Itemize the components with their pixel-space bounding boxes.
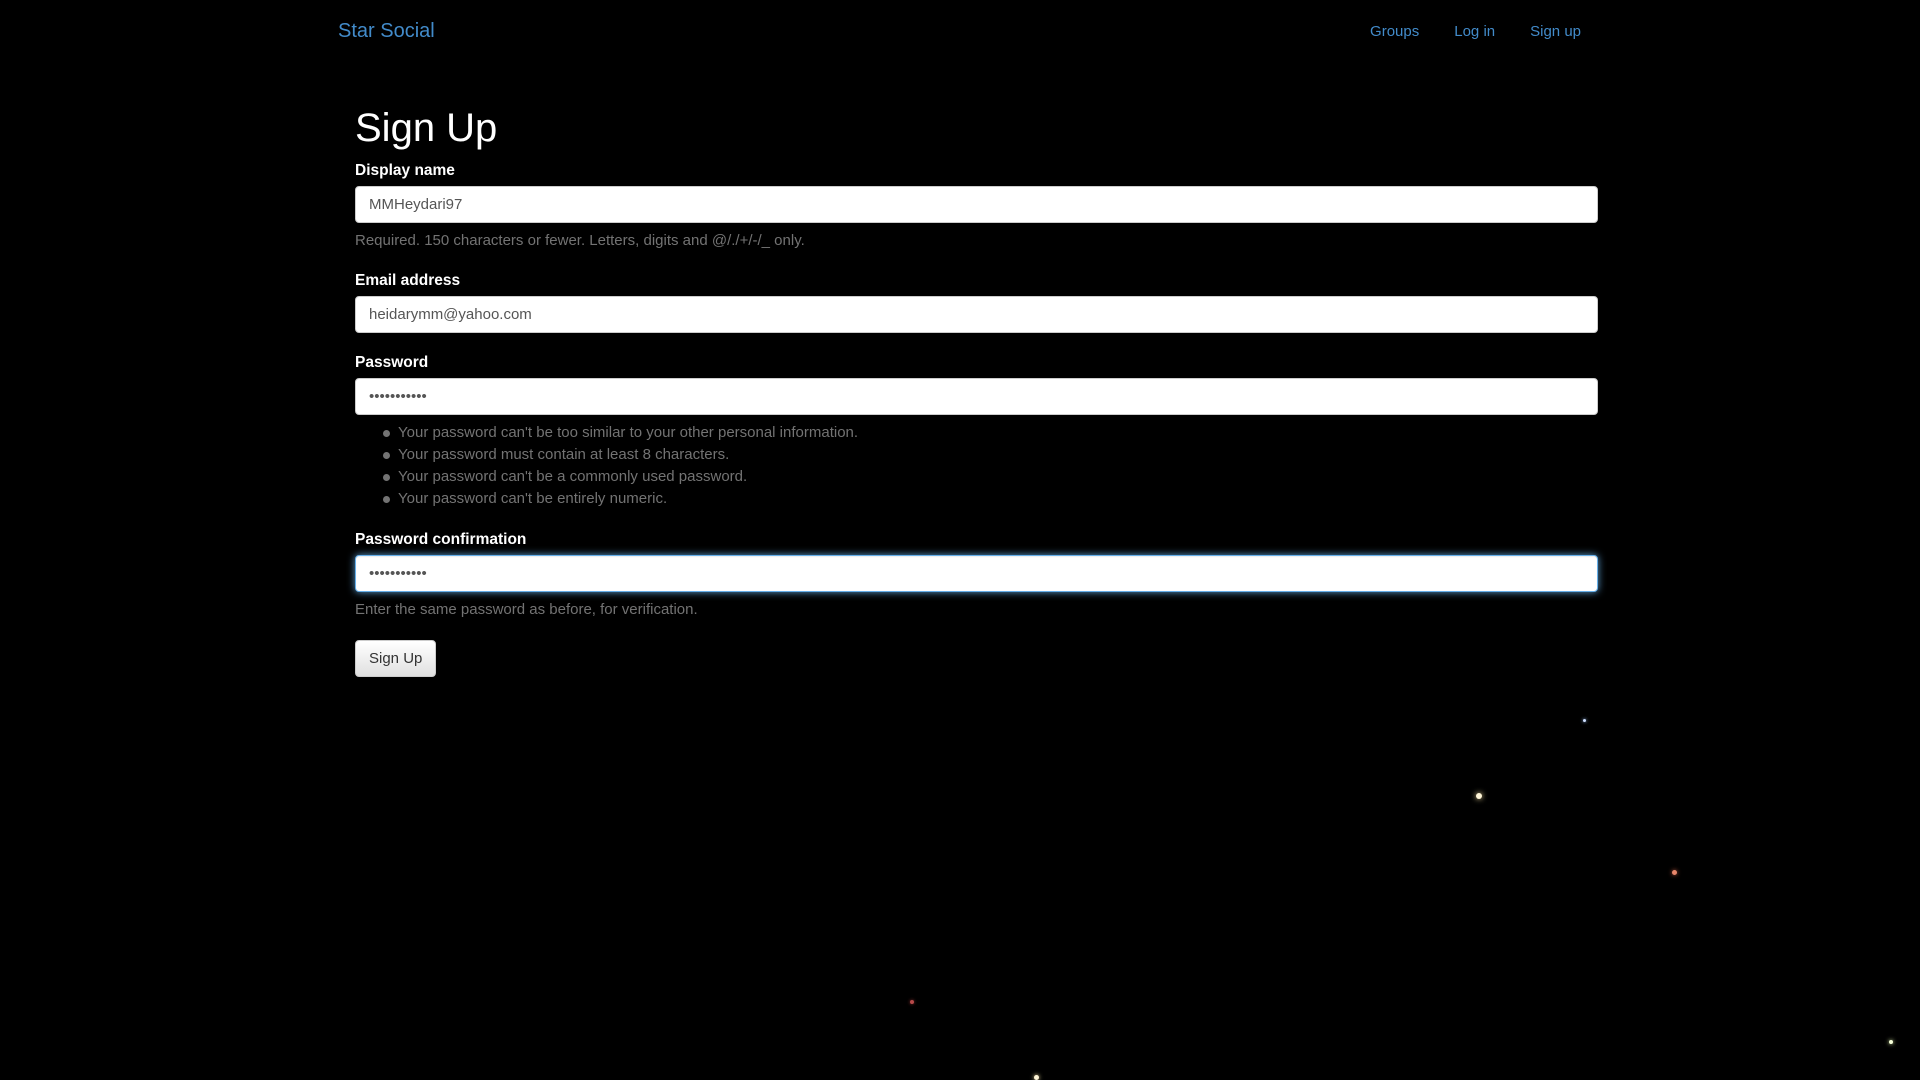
display-name-help: Required. 150 characters or fewer. Lette…: [355, 232, 805, 249]
email-group: Email address: [355, 271, 1598, 333]
display-name-input[interactable]: [355, 186, 1598, 223]
signup-form: Sign Up Display name Required. 150 chara…: [355, 102, 1598, 677]
password-rule-text: Your password must contain at least 8 ch…: [398, 446, 730, 463]
password-confirmation-input[interactable]: [355, 555, 1598, 592]
password-rule-text: Your password can't be a commonly used p…: [398, 468, 748, 485]
display-name-label: Display name: [355, 162, 455, 179]
password-input[interactable]: [355, 378, 1598, 415]
nav-links: Groups Log in Sign up: [1370, 22, 1581, 42]
star-decoration: [1889, 1040, 1893, 1044]
brand-link[interactable]: Star Social: [338, 19, 435, 43]
password-label: Password: [355, 354, 429, 371]
email-input[interactable]: [355, 296, 1598, 333]
password-rule-text: Your password can't be entirely numeric.: [398, 490, 668, 507]
nav-link-signup[interactable]: Sign up: [1530, 22, 1581, 42]
password-rule-text: Your password can't be too similar to yo…: [398, 424, 859, 441]
page-title: Sign Up: [355, 106, 498, 150]
display-name-group: Display name Required. 150 characters or…: [355, 161, 1598, 251]
sign-up-button[interactable]: Sign Up: [355, 640, 437, 677]
bullet-icon: [383, 452, 390, 459]
star-decoration: [910, 1000, 914, 1004]
password-confirmation-group: Password confirmation Enter the same pas…: [355, 530, 1598, 620]
star-decoration: [1476, 793, 1482, 799]
password-confirmation-label: Password confirmation: [355, 531, 527, 548]
password-confirmation-help: Enter the same password as before, for v…: [355, 601, 698, 618]
nav-link-login[interactable]: Log in: [1454, 22, 1495, 42]
password-rule: Your password can't be entirely numeric.: [383, 488, 1598, 510]
star-decoration: [1583, 719, 1586, 722]
nav-link-groups[interactable]: Groups: [1370, 22, 1419, 42]
bullet-icon: [383, 474, 390, 481]
star-decoration: [1034, 1075, 1039, 1080]
bullet-icon: [383, 430, 390, 437]
password-group: Password Your password can't be too simi…: [355, 353, 1598, 510]
password-rules: Your password can't be too similar to yo…: [355, 422, 1598, 510]
password-rule: Your password must contain at least 8 ch…: [383, 444, 1598, 466]
star-decoration: [1672, 870, 1677, 875]
navbar: Star Social Groups Log in Sign up: [0, 0, 1920, 64]
password-rule: Your password can't be too similar to yo…: [383, 422, 1598, 444]
email-label: Email address: [355, 272, 461, 289]
password-rule: Your password can't be a commonly used p…: [383, 466, 1598, 488]
bullet-icon: [383, 496, 390, 503]
